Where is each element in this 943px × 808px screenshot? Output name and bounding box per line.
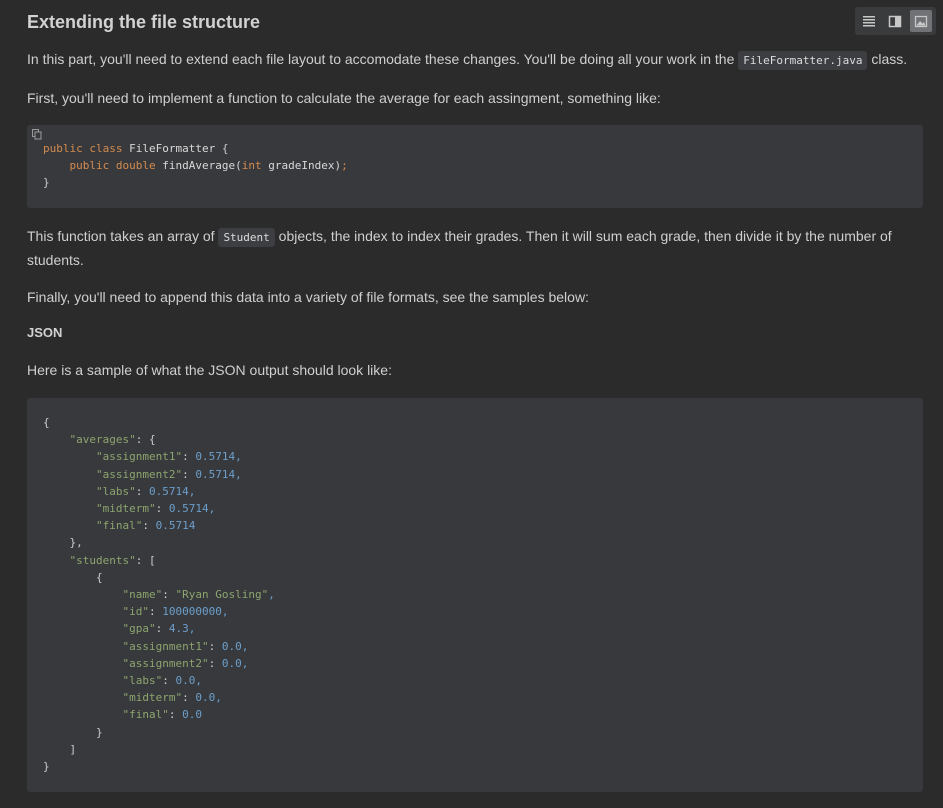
code-token: "midterm" bbox=[95, 502, 156, 516]
code-token: 100000000 bbox=[162, 605, 222, 619]
code-token: : bbox=[168, 708, 183, 722]
code-token: gradeIndex) bbox=[268, 159, 342, 173]
code-token: , bbox=[195, 674, 202, 688]
code-token: "assignment1" bbox=[122, 639, 209, 653]
code-token: : bbox=[142, 519, 156, 533]
intro-paragraph: In this part, you'll need to extend each… bbox=[27, 48, 927, 72]
code-token: , bbox=[221, 605, 229, 619]
code-token: , bbox=[241, 639, 249, 653]
code-token: 0.5714, bbox=[148, 484, 196, 498]
first-paragraph: First, you'll need to implement a functi… bbox=[27, 90, 661, 106]
document-page: Extending the file structure In this par… bbox=[0, 0, 943, 808]
code-token: "assignment1" bbox=[95, 450, 183, 464]
intro-text-end: class. bbox=[867, 51, 908, 67]
code-token: } bbox=[43, 176, 50, 190]
inline-code-student: Student bbox=[218, 228, 275, 247]
code-token: : bbox=[155, 502, 169, 516]
code-token: "averages" bbox=[69, 433, 136, 447]
copy-icon[interactable] bbox=[32, 129, 42, 143]
code-token: : bbox=[148, 605, 163, 619]
code-token: { bbox=[43, 416, 50, 429]
code-token: , bbox=[188, 622, 196, 636]
json-code-block: { "averages": { "assignment1": 0.5714, "… bbox=[27, 398, 923, 792]
code-token: class bbox=[89, 142, 123, 155]
code-token: ] bbox=[69, 742, 77, 756]
code-token: : bbox=[208, 639, 222, 653]
code-token: public bbox=[43, 142, 83, 155]
code-token: { bbox=[95, 570, 103, 584]
code-token: 0.5714, bbox=[195, 467, 242, 481]
code-token: : bbox=[162, 674, 176, 688]
inline-code-fileformatter: FileFormatter.java bbox=[738, 51, 868, 70]
view-toolbar bbox=[855, 7, 936, 35]
code-token: }, bbox=[69, 536, 83, 550]
code-token: 0.0 bbox=[175, 674, 196, 688]
intro-text: In this part, you'll need to extend each… bbox=[27, 51, 739, 67]
split-view-button[interactable] bbox=[884, 10, 906, 32]
code-token: "final" bbox=[95, 519, 143, 533]
json-intro-paragraph: Here is a sample of what the JSON output… bbox=[27, 362, 392, 378]
java-code-block: public class FileFormatter { public doub… bbox=[27, 125, 923, 208]
list-view-icon bbox=[863, 16, 875, 27]
code-token: : { bbox=[135, 433, 156, 447]
code-token: "gpa" bbox=[122, 622, 156, 636]
code-token: , bbox=[268, 588, 275, 602]
code-token: 0.0 bbox=[195, 691, 216, 705]
code-token: 0.0 bbox=[221, 656, 242, 670]
code-token: 0.0 bbox=[221, 639, 242, 653]
code-token: double bbox=[115, 159, 156, 173]
json-code: { "averages": { "assignment1": 0.5714, "… bbox=[43, 414, 275, 775]
java-code: public class FileFormatter { public doub… bbox=[43, 140, 348, 192]
json-heading: JSON bbox=[27, 325, 63, 340]
code-token: findAverage( bbox=[162, 159, 242, 173]
code-token: : bbox=[208, 656, 222, 670]
code-token: : bbox=[162, 588, 176, 602]
code-token: } bbox=[43, 760, 50, 774]
split-view-icon bbox=[888, 15, 902, 27]
code-token: "final" bbox=[122, 708, 169, 722]
code-token: "labs" bbox=[122, 674, 163, 688]
code-token: , bbox=[215, 691, 222, 705]
code-token: "midterm" bbox=[122, 691, 183, 705]
code-token: : bbox=[182, 450, 196, 464]
code-token: 0.5714, bbox=[195, 450, 242, 464]
code-token: 0.0 bbox=[182, 708, 202, 722]
code-token: "assignment2" bbox=[122, 656, 209, 670]
function-desc-paragraph: This function takes an array of Student … bbox=[27, 225, 917, 271]
code-token: 0.5714, bbox=[168, 502, 216, 516]
code-token: "assignment2" bbox=[95, 467, 183, 481]
code-token: } bbox=[95, 725, 103, 739]
finally-paragraph: Finally, you'll need to append this data… bbox=[27, 289, 589, 305]
code-token: "Ryan Gosling" bbox=[175, 588, 269, 602]
code-token: , bbox=[241, 656, 249, 670]
code-token: : bbox=[155, 622, 169, 636]
image-view-button[interactable] bbox=[910, 10, 932, 32]
code-token: public bbox=[69, 159, 110, 173]
code-token: : bbox=[182, 467, 196, 481]
code-token: 4.3 bbox=[168, 622, 189, 636]
image-view-icon bbox=[914, 15, 928, 27]
code-token: FileFormatter bbox=[129, 142, 216, 155]
code-token: : bbox=[135, 484, 149, 498]
code-token: "labs" bbox=[95, 484, 136, 498]
code-token: ; bbox=[341, 159, 348, 173]
list-view-button[interactable] bbox=[858, 10, 880, 32]
code-token: "id" bbox=[122, 605, 149, 619]
code-token: : bbox=[182, 691, 196, 705]
page-title: Extending the file structure bbox=[27, 12, 261, 32]
code-token: "name" bbox=[122, 588, 163, 602]
function-desc-text: This function takes an array of bbox=[27, 228, 219, 244]
code-token: : [ bbox=[135, 553, 156, 567]
code-token: int bbox=[241, 159, 262, 173]
code-token: 0.5714 bbox=[155, 519, 196, 533]
code-token: { bbox=[221, 142, 229, 155]
code-token: "students" bbox=[69, 553, 136, 567]
